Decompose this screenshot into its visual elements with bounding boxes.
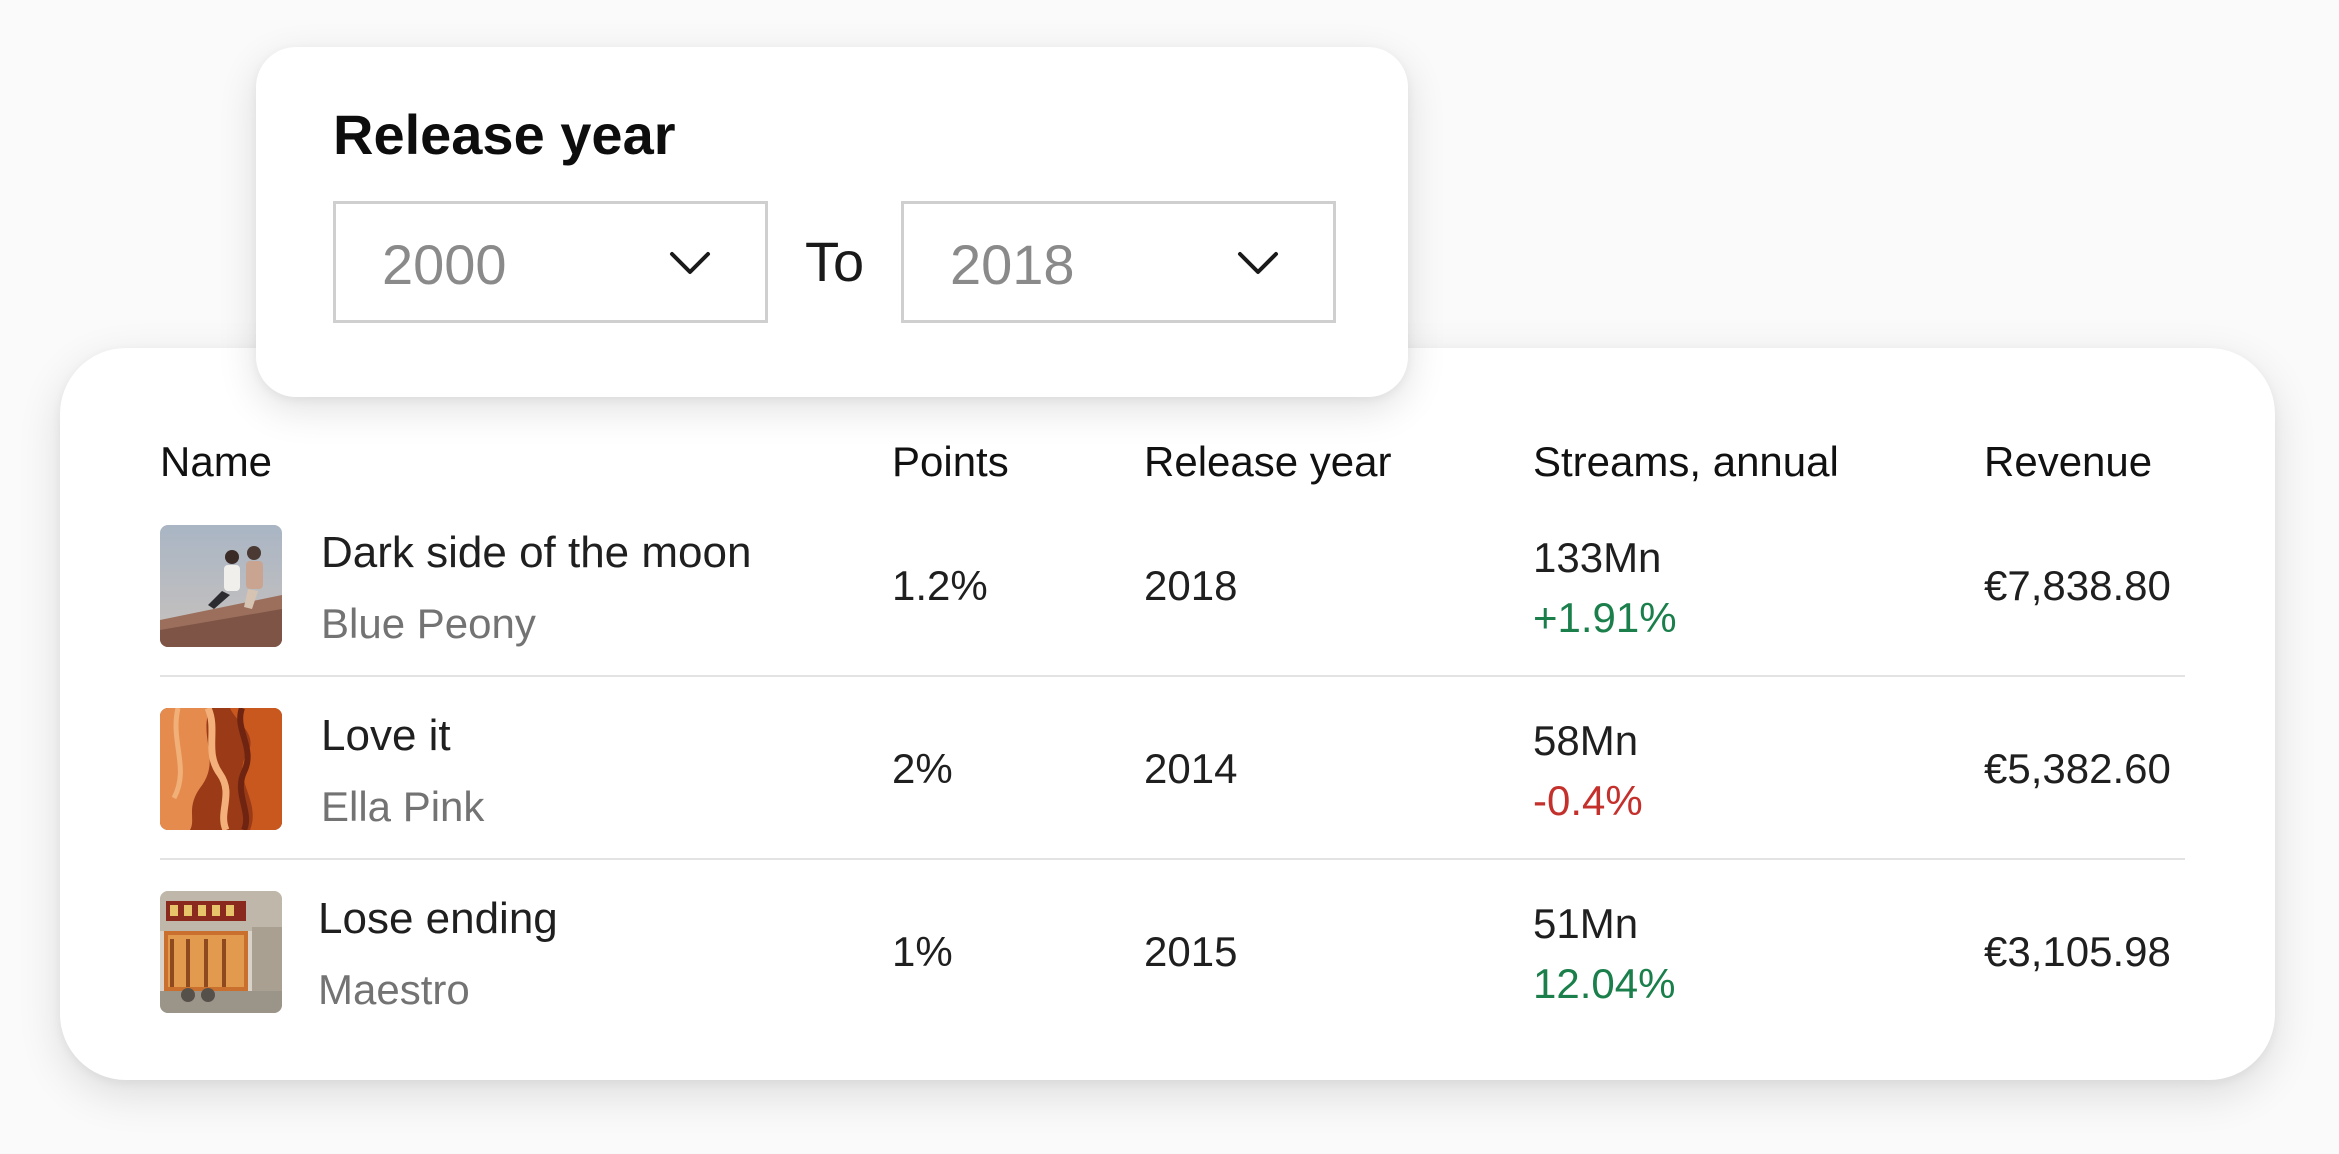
table-row[interactable]: Lose ending Maestro 1% 2015 51Mn 12.04% … <box>60 866 2275 1050</box>
header-release-year: Release year <box>1144 438 1392 485</box>
header-name: Name <box>160 438 273 485</box>
to-year-value: 2018 <box>950 233 1075 296</box>
header-points: Points <box>892 438 1009 485</box>
album-cover <box>160 708 282 830</box>
revenue-value: €3,105.98 <box>1984 928 2171 975</box>
streams-change-positive: 12.04% <box>1533 960 1676 1007</box>
row-divider <box>160 675 2185 677</box>
row-divider <box>160 858 2185 860</box>
from-year-select[interactable]: 2000 <box>333 201 768 323</box>
track-artist: Ella Pink <box>321 783 485 830</box>
from-year-value: 2000 <box>382 233 507 296</box>
chevron-down-icon <box>1237 250 1279 276</box>
track-title: Love it <box>321 711 451 760</box>
revenue-value: €7,838.80 <box>1984 562 2171 609</box>
header-revenue: Revenue <box>1984 438 2153 485</box>
album-cover <box>160 525 282 647</box>
streams-change-positive: +1.91% <box>1533 594 1677 641</box>
release-year-value: 2014 <box>1144 745 1238 792</box>
streams-value: 58Mn <box>1533 717 1639 764</box>
release-year-filter-card: Release year 2000 To 2018 <box>256 47 1408 397</box>
release-year-value: 2018 <box>1144 562 1238 609</box>
points-value: 1% <box>892 928 953 975</box>
track-artist: Maestro <box>318 966 470 1013</box>
range-to-label: To <box>805 230 865 293</box>
streams-value: 133Mn <box>1533 534 1662 581</box>
release-year-value: 2015 <box>1144 928 1238 975</box>
points-value: 2% <box>892 745 953 792</box>
points-value: 1.2% <box>892 562 988 609</box>
track-title: Lose ending <box>318 894 558 943</box>
tracks-table-card: Name Points Release year Streams, annual… <box>60 348 2275 1080</box>
album-cover <box>160 891 282 1013</box>
to-year-select[interactable]: 2018 <box>901 201 1336 323</box>
filter-title: Release year <box>333 103 676 166</box>
table-row[interactable]: Dark side of the moon Blue Peony 1.2% 20… <box>60 500 2275 684</box>
track-title: Dark side of the moon <box>321 528 752 577</box>
streams-value: 51Mn <box>1533 900 1639 947</box>
table-row[interactable]: Love it Ella Pink 2% 2014 58Mn -0.4% €5,… <box>60 683 2275 867</box>
header-streams: Streams, annual <box>1533 438 1839 485</box>
track-artist: Blue Peony <box>321 600 536 647</box>
revenue-value: €5,382.60 <box>1984 745 2171 792</box>
streams-change-negative: -0.4% <box>1533 777 1643 824</box>
chevron-down-icon <box>669 250 711 276</box>
